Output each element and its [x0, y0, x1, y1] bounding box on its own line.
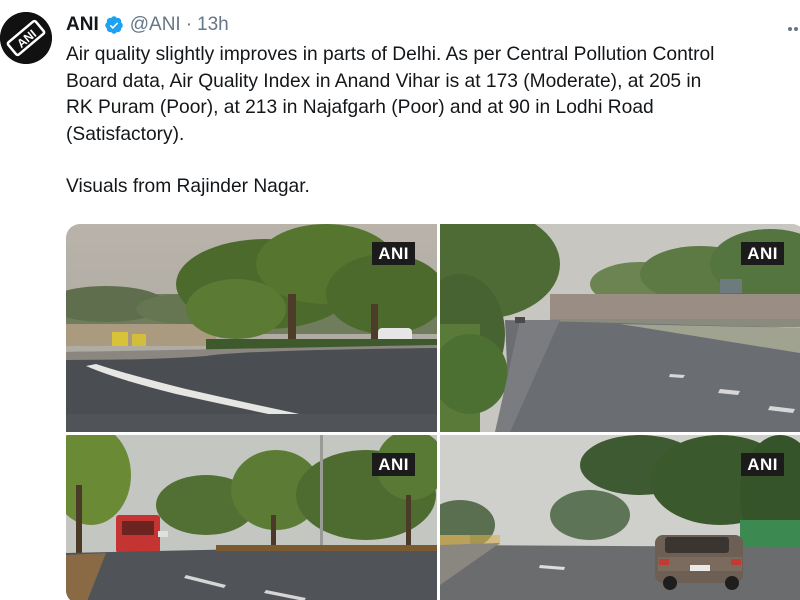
tweet-text-line: RK Puram (Poor), at 213 in Najafgarh (Po… [66, 97, 654, 118]
verified-badge-icon [104, 15, 124, 35]
author-name[interactable]: ANI [66, 14, 99, 36]
tweet-header: ANI @ANI · 13h [66, 13, 229, 37]
ani-logo: ANI [0, 12, 52, 64]
author-handle[interactable]: @ANI [130, 14, 181, 36]
more-options-icon[interactable] [788, 16, 800, 37]
ani-watermark: ANI [372, 453, 415, 476]
photo-road-with-red-bus[interactable]: ANI [66, 435, 437, 600]
ani-watermark: ANI [741, 242, 784, 265]
tweet-text-line: (Satisfactory). [66, 123, 185, 145]
photo-road-with-car[interactable]: ANI [440, 435, 800, 600]
tweet-text-line: Board data, Air Quality Index in Anand V… [66, 70, 702, 92]
media-grid: ANI ANI ANI ANI [66, 224, 800, 600]
tweet-text-line: Air quality slightly improves in parts o… [66, 44, 715, 65]
time-separator: · [185, 14, 193, 35]
tweet-text: Air quality slightly improves in parts o… [66, 42, 800, 201]
tweet-timestamp[interactable]: 13h [197, 14, 229, 36]
ani-watermark: ANI [741, 453, 784, 476]
photo-road-curve-with-trees[interactable]: ANI [66, 224, 437, 432]
photo-road-with-boundary-wall[interactable]: ANI [440, 224, 800, 432]
tweet-text-line: Visuals from Rajinder Nagar. [66, 176, 310, 197]
ani-watermark: ANI [372, 242, 415, 265]
avatar[interactable]: ANI [0, 12, 52, 64]
